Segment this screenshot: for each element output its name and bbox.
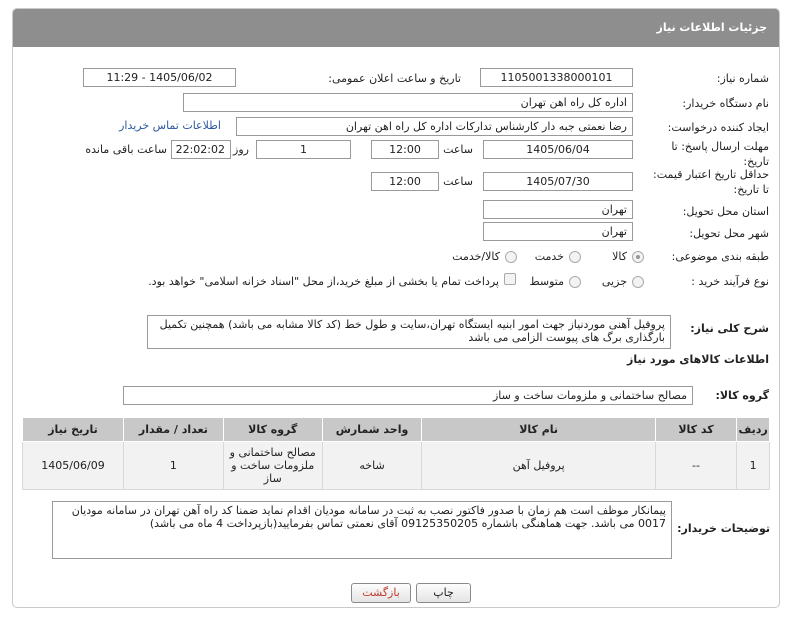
cell-row: 1 — [736, 441, 770, 490]
province-label: استان محل تحویل: — [682, 205, 769, 218]
buyer-org-field[interactable]: اداره کل راه اهن تهران — [183, 93, 633, 112]
col-name: نام کالا — [421, 417, 656, 442]
city-label: شهر محل تحویل: — [689, 227, 769, 240]
cell-unit: شاخه — [321, 441, 423, 490]
announce-label: تاریخ و ساعت اعلان عمومی: — [328, 72, 461, 85]
cell-qty: 1 — [123, 441, 224, 490]
need-number-label: شماره نیاز: — [716, 72, 769, 85]
days-remaining-field[interactable]: 1 — [256, 140, 351, 159]
buyer-notes-label: توضیحات خریدار: — [677, 522, 770, 535]
buyer-contact-link[interactable]: اطلاعات تماس خریدار — [119, 119, 221, 132]
goods-section-title: اطلاعات کالاهای مورد نیاز — [627, 353, 769, 366]
process-label: نوع فرآیند خرید : — [691, 275, 769, 288]
category-radio-goods-service[interactable] — [505, 251, 517, 263]
validity-label-line2: تا تاریخ: — [733, 183, 769, 196]
cell-date: 1405/06/09 — [22, 441, 124, 490]
col-date: تاریخ نیاز — [22, 417, 124, 442]
back-button[interactable]: بازگشت — [351, 583, 411, 603]
need-number-field[interactable]: 1105001338000101 — [480, 68, 633, 87]
announce-datetime-field[interactable]: 1405/06/02 - 11:29 — [83, 68, 236, 87]
creator-field[interactable]: رضا نعمتی جبه دار کارشناس تدارکات اداره … — [236, 117, 633, 136]
deadline-time-field[interactable]: 12:00 — [371, 140, 439, 159]
goods-table: ردیف کد کالا نام کالا واحد شمارش گروه کا… — [22, 417, 770, 490]
creator-label: ایجاد کننده درخواست: — [667, 121, 769, 134]
category-option-goods-service: کالا/خدمت — [452, 250, 500, 263]
city-field[interactable]: تهران — [483, 222, 633, 241]
validity-time-label: ساعت — [443, 175, 473, 188]
validity-time-field[interactable]: 12:00 — [371, 172, 439, 191]
cell-name: پروفیل آهن — [421, 441, 656, 490]
buyer-notes-textarea[interactable]: پیمانکار موظف است هم زمان با صدور فاکتور… — [52, 501, 672, 559]
validity-label-line1: حداقل تاریخ اعتبار قیمت: — [653, 168, 769, 181]
treasury-payment-note: پرداخت تمام یا بخشی از مبلغ خرید،از محل … — [148, 275, 499, 288]
col-row: ردیف — [736, 417, 770, 442]
col-qty: تعداد / مقدار — [123, 417, 224, 442]
panel-title: جزئیات اطلاعات نیاز — [656, 21, 768, 34]
description-textarea[interactable]: پروفیل آهنی موردنیاز جهت امور ابنیه ایست… — [147, 315, 671, 349]
deadline-time-label: ساعت — [443, 143, 473, 156]
col-code: کد کالا — [654, 417, 738, 442]
deadline-label-line1: مهلت ارسال پاسخ: تا — [671, 140, 769, 153]
validity-date-field[interactable]: 1405/07/30 — [483, 172, 633, 191]
buyer-org-label: نام دستگاه خریدار: — [682, 97, 769, 110]
category-option-goods: کالا — [612, 250, 627, 263]
cell-group: مصالح ساختمانی و ملزومات ساخت و ساز — [222, 441, 323, 490]
goods-group-label: گروه کالا: — [715, 389, 769, 402]
col-group: گروه کالا — [222, 417, 323, 442]
treasury-payment-checkbox[interactable] — [504, 273, 516, 285]
remaining-time-label: ساعت باقی مانده — [85, 143, 167, 156]
category-option-service: خدمت — [534, 250, 564, 263]
process-option-medium: متوسط — [529, 275, 564, 288]
province-field[interactable]: تهران — [483, 200, 633, 219]
goods-group-field[interactable]: مصالح ساختمانی و ملزومات ساخت و ساز — [123, 386, 693, 405]
process-radio-medium[interactable] — [569, 276, 581, 288]
process-radio-minor[interactable] — [632, 276, 644, 288]
process-option-minor: جزیی — [601, 275, 627, 288]
category-label: طبقه بندی موضوعی: — [671, 250, 769, 263]
col-unit: واحد شمارش — [321, 417, 423, 442]
description-label: شرح کلی نیاز: — [690, 322, 769, 335]
category-radio-service[interactable] — [569, 251, 581, 263]
deadline-label-line2: تاریخ: — [743, 155, 769, 168]
deadline-date-field[interactable]: 1405/06/04 — [483, 140, 633, 159]
cell-code: -- — [654, 441, 738, 490]
goods-table-header: ردیف کد کالا نام کالا واحد شمارش گروه کا… — [22, 417, 770, 442]
category-radio-goods[interactable] — [632, 251, 644, 263]
print-button[interactable]: چاپ — [416, 583, 471, 603]
remaining-time-field[interactable]: 22:02:02 — [171, 140, 231, 159]
panel-header: جزئیات اطلاعات نیاز — [13, 9, 779, 47]
table-row: 1 -- پروفیل آهن شاخه مصالح ساختمانی و مل… — [22, 441, 770, 490]
